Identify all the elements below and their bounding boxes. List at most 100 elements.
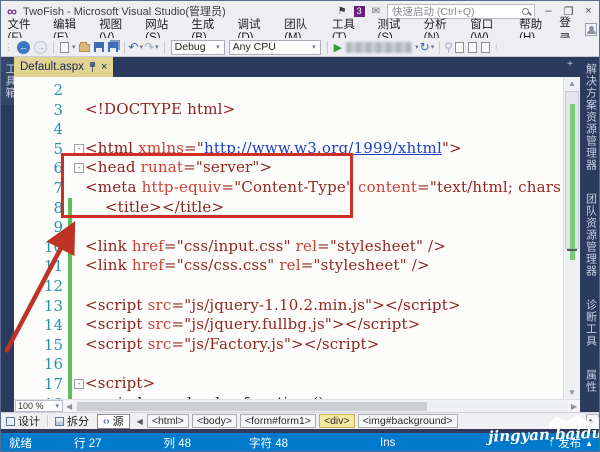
uncomment-button[interactable] xyxy=(481,41,491,53)
solution-configuration-dropdown[interactable]: Debug ▾ xyxy=(170,39,225,55)
breadcrumb-tag[interactable]: <img#background> xyxy=(357,414,458,428)
design-view-button[interactable]: 设计 xyxy=(1,413,45,429)
code-text: <script src="js/Factory.js"></script> xyxy=(85,334,380,353)
line-number: 5 xyxy=(53,139,63,158)
status-char-number: 字符 48 xyxy=(249,438,288,450)
code-line: 17- <script> xyxy=(14,373,563,394)
start-debugging-button[interactable]: ▶ xyxy=(334,41,342,54)
toolbar-overflow-grip[interactable]: ⁞ xyxy=(495,42,497,52)
source-view-icon: ‹› xyxy=(103,415,110,427)
scrollbar-caret-mark xyxy=(567,249,577,251)
breadcrumb-tag[interactable]: <form#form1> xyxy=(239,414,316,428)
code-line: 12 xyxy=(14,275,563,296)
browser-target-dropdown-icon[interactable]: ▾ xyxy=(415,43,419,51)
code-line: 3 <!DOCTYPE html> xyxy=(14,100,563,120)
attach-debugger-icon[interactable]: ⚲ xyxy=(444,40,453,54)
breadcrumb-tag[interactable]: <html> xyxy=(146,414,189,428)
panel-tab[interactable]: 诊断工具 xyxy=(582,293,600,353)
code-editor[interactable]: 2 3 <!DOCTYPE html> 4 5- <html xmlns="http://… xyxy=(14,77,580,399)
line-number: 7 xyxy=(53,178,63,197)
redo-button[interactable]: ↷ xyxy=(144,40,154,54)
code-text: <script src="js/jquery-1.10.2.min.js"></… xyxy=(85,295,461,314)
change-tracking-bar xyxy=(68,275,72,296)
new-file-button[interactable] xyxy=(60,41,69,53)
toolbar-separator xyxy=(326,40,328,54)
annotation-red-rectangle xyxy=(61,153,353,218)
breadcrumb-back-icon[interactable]: ◀ xyxy=(133,417,147,426)
toolbar-grip[interactable]: ⋮ xyxy=(4,42,13,53)
change-tracking-bar xyxy=(68,236,72,257)
user-account-icon[interactable] xyxy=(585,23,597,36)
new-file-dropdown-icon[interactable]: ▾ xyxy=(72,43,76,51)
save-all-button[interactable] xyxy=(107,42,118,52)
tag-breadcrumb: <html> <body> <form#form1> <div> <img#backgr… xyxy=(146,414,458,428)
open-file-button[interactable] xyxy=(78,42,90,52)
comment-out-button[interactable] xyxy=(468,41,478,53)
visual-studio-window: ∞ TwoFish - Microsoft Visual Studio(管理员)… xyxy=(0,0,600,452)
change-tracking-bar xyxy=(68,334,72,355)
line-number: 10 xyxy=(43,237,63,256)
design-view-icon xyxy=(6,416,15,426)
navigate-forward-button[interactable]: → xyxy=(34,40,47,54)
editor-zoom-dropdown[interactable]: 100 % ▾ xyxy=(15,400,63,412)
solution-platform-dropdown[interactable]: Any CPU ▾ xyxy=(228,39,321,55)
line-number: 4 xyxy=(53,120,63,139)
status-insert-mode: Ins xyxy=(380,437,396,449)
scroll-down-icon[interactable]: ▼ xyxy=(564,386,580,399)
editor-splitter-handle[interactable]: + xyxy=(561,59,579,73)
breadcrumb-tag[interactable]: <body> xyxy=(191,414,237,428)
status-column-number: 列 48 xyxy=(163,438,192,450)
status-line-number: 行 27 xyxy=(74,438,102,450)
refresh-dropdown-icon[interactable]: ▾ xyxy=(431,43,435,51)
panel-tab[interactable]: 团队资源管理器 xyxy=(582,187,600,283)
toolbar-separator xyxy=(53,40,54,54)
breadcrumb-tag[interactable]: <div> xyxy=(318,414,355,428)
save-button[interactable] xyxy=(93,42,104,52)
horizontal-scrollbar-thumb[interactable] xyxy=(77,401,428,411)
line-number: 8 xyxy=(53,198,63,217)
code-line: 13 <script src="js/jquery-1.10.2.min.js">… xyxy=(14,295,563,316)
browser-target-censored[interactable] xyxy=(346,41,413,53)
design-view-label: 设计 xyxy=(18,416,40,428)
scroll-left-icon[interactable]: ◀ xyxy=(63,402,75,411)
redo-dropdown-icon[interactable]: ▾ xyxy=(155,43,159,51)
scroll-right-icon[interactable]: ▶ xyxy=(568,402,580,411)
code-text: <link href="css/input.css" rel="styleshe… xyxy=(85,236,447,255)
split-view-button[interactable]: 拆分 xyxy=(50,413,94,429)
line-number: 12 xyxy=(43,276,63,295)
status-ready: 就绪 xyxy=(9,438,32,450)
undo-dropdown-icon[interactable]: ▾ xyxy=(140,43,144,51)
code-line: 15 <script src="js/Factory.js"></script> xyxy=(14,334,563,355)
close-tab-icon[interactable]: × xyxy=(101,61,107,73)
vertical-scrollbar[interactable]: ▲ ▼ xyxy=(563,77,580,399)
line-number: 15 xyxy=(43,335,63,354)
panel-tab[interactable]: 属性 xyxy=(582,363,600,399)
scroll-up-icon[interactable]: ▲ xyxy=(564,77,580,90)
horizontal-scrollbar[interactable] xyxy=(75,400,568,412)
scrollbar-change-marks xyxy=(570,104,575,260)
document-tab[interactable]: Default.aspx × xyxy=(14,57,114,77)
line-number: 13 xyxy=(43,296,63,315)
right-panel-strip: 解决方案资源管理器团队资源管理器诊断工具属性 xyxy=(582,57,599,429)
change-tracking-bar xyxy=(68,373,72,394)
code-text: <script> xyxy=(85,373,156,392)
code-line: 2 xyxy=(14,80,563,100)
editor-bottom-bar: 100 % ▾ ◀ ▶ xyxy=(14,399,580,412)
document-outline-button[interactable] xyxy=(455,41,465,53)
menu-bar: 文件(F)编辑(E)视图(V)网站(S)生成(B)调试(D)团队(M)工具(T)… xyxy=(1,17,599,45)
code-line: 16 xyxy=(14,354,563,374)
code-line: 11 <link href="css/css.css" rel="styleshe… xyxy=(14,256,563,276)
undo-button[interactable]: ↶ xyxy=(129,40,139,54)
refresh-button[interactable]: ↻ xyxy=(420,40,430,54)
pin-tab-icon[interactable] xyxy=(89,62,96,72)
navigate-back-button[interactable]: ← xyxy=(17,40,30,54)
toolbar-separator xyxy=(163,40,165,54)
code-line: 14 <script src="js/jquery.fullbg.js"></sc… xyxy=(14,315,563,335)
change-tracking-bar xyxy=(68,217,72,237)
panel-tab[interactable]: 解决方案资源管理器 xyxy=(582,57,600,177)
source-view-button[interactable]: ‹› 源 xyxy=(97,413,130,429)
toolbar-separator xyxy=(439,40,441,54)
split-view-icon xyxy=(55,416,64,426)
collapse-box-icon[interactable]: - xyxy=(74,378,84,389)
line-number: 2 xyxy=(53,81,63,99)
